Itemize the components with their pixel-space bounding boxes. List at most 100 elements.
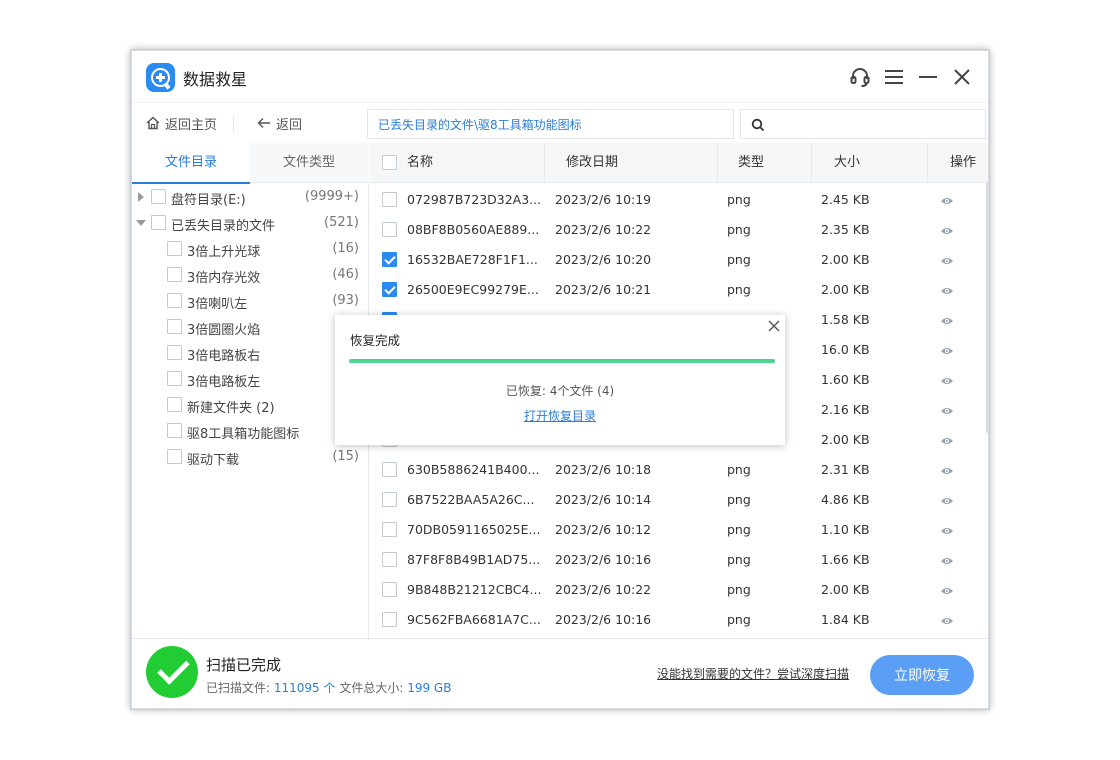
expand-caret-icon[interactable] [136, 220, 146, 226]
tree-item[interactable]: 盘符目录(E:) (9999+) [132, 184, 369, 210]
table-row[interactable]: 70DB0591165025E... 2023/2/6 10:12 png 1.10 … [370, 514, 980, 544]
row-checkbox[interactable] [382, 192, 397, 207]
table-row[interactable]: 9B848B21212CBC4... 2023/2/6 10:22 png 2.00 … [370, 574, 980, 604]
row-checkbox[interactable] [382, 492, 397, 507]
dialog-title: 恢复完成 [350, 333, 401, 348]
row-checkbox[interactable] [382, 252, 397, 267]
row-size: 1.66 KB [821, 552, 870, 567]
eye-icon[interactable] [940, 434, 954, 449]
tree-item[interactable]: 已丢失目录的文件 (521) [132, 210, 369, 236]
tree-item[interactable]: 新建文件夹 (2) [132, 392, 369, 418]
tab-file-directory[interactable]: 文件目录 [132, 143, 250, 184]
eye-icon[interactable] [940, 554, 954, 569]
tree-item[interactable]: 驱8工具箱功能图标 [132, 418, 369, 444]
eye-icon[interactable] [940, 224, 954, 239]
row-size: 2.35 KB [821, 222, 870, 237]
table-row[interactable]: 87F8F8B49B1AD75... 2023/2/6 10:16 png 1.66 … [370, 544, 980, 574]
headset-icon[interactable] [848, 65, 872, 89]
row-checkbox[interactable] [382, 552, 397, 567]
row-checkbox[interactable] [382, 522, 397, 537]
eye-icon[interactable] [940, 254, 954, 269]
select-all-checkbox[interactable] [382, 155, 397, 170]
row-checkbox[interactable] [382, 282, 397, 297]
eye-icon[interactable] [940, 464, 954, 479]
table-row[interactable]: 08BF8B0560AE889... 2023/2/6 10:22 png 2.35 … [370, 214, 980, 244]
col-date[interactable]: 修改日期 [566, 143, 618, 183]
eye-icon[interactable] [940, 284, 954, 299]
tree-item-label: 新建文件夹 (2) [187, 401, 275, 416]
open-recovery-folder-link[interactable]: 打开恢复目录 [335, 407, 785, 424]
col-name[interactable]: 名称 [407, 143, 433, 183]
eye-icon[interactable] [940, 314, 954, 329]
home-button[interactable]: 返回主页 [145, 112, 217, 134]
tree-item[interactable]: 3倍电路板左 [132, 366, 369, 392]
deep-scan-link[interactable]: 没能找到需要的文件？尝试深度扫描 [657, 665, 849, 682]
eye-icon[interactable] [940, 494, 954, 509]
back-button[interactable]: 返回 [256, 112, 302, 134]
tree-item[interactable]: 3倍内存光效 (46) [132, 262, 369, 288]
tree-item-checkbox[interactable] [167, 345, 182, 360]
tree-item[interactable]: 3倍电路板右 [132, 340, 369, 366]
search-box[interactable] [740, 109, 986, 139]
tree-item-checkbox[interactable] [167, 397, 182, 412]
row-size: 2.00 KB [821, 432, 870, 447]
table-row[interactable]: 26500E9EC99279E... 2023/2/6 10:21 png 2.00 … [370, 274, 980, 304]
row-size: 2.00 KB [821, 282, 870, 297]
row-checkbox[interactable] [382, 222, 397, 237]
row-name: 08BF8B0560AE889... [407, 222, 540, 237]
tree-item-checkbox[interactable] [167, 319, 182, 334]
toolbar: 返回主页 返回 已丢失目录的文件\驱8工具箱功能图标 [132, 103, 988, 143]
tree-item-count: (15) [332, 449, 359, 464]
tree-item[interactable]: 驱动下载 (15) [132, 444, 369, 470]
recover-now-button[interactable]: 立即恢复 [870, 655, 974, 695]
path-breadcrumb[interactable]: 已丢失目录的文件\驱8工具箱功能图标 [367, 109, 734, 139]
col-type[interactable]: 类型 [738, 143, 764, 183]
table-row[interactable]: 9C562FBA6681A7C... 2023/2/6 10:16 png 1.84 … [370, 604, 980, 634]
tree-item[interactable]: 3倍上升光球 (16) [132, 236, 369, 262]
row-date: 2023/2/6 10:12 [555, 522, 652, 537]
tree-item-checkbox[interactable] [167, 241, 182, 256]
row-checkbox[interactable] [382, 582, 397, 597]
row-date: 2023/2/6 10:21 [555, 282, 652, 297]
tree-item[interactable]: 3倍圆圈火焰 [132, 314, 369, 340]
row-name: 630B5886241B400... [407, 462, 540, 477]
eye-icon[interactable] [940, 344, 954, 359]
table-row[interactable]: 072987B723D32A3... 2023/2/6 10:19 png 2.45 … [370, 184, 980, 214]
row-size: 2.31 KB [821, 462, 870, 477]
tree-item-checkbox[interactable] [167, 267, 182, 282]
tree-item-checkbox[interactable] [167, 371, 182, 386]
tree-item-checkbox[interactable] [167, 423, 182, 438]
left-tabs: 文件目录 文件类型 [132, 143, 369, 184]
search-icon[interactable] [751, 118, 765, 132]
eye-icon[interactable] [940, 524, 954, 539]
expand-caret-icon[interactable] [138, 192, 144, 202]
col-size[interactable]: 大小 [834, 143, 860, 183]
table-row[interactable]: 6B7522BAA5A26C... 2023/2/6 10:14 png 4.86 K… [370, 484, 980, 514]
tree-item-checkbox[interactable] [167, 449, 182, 464]
dialog-close-icon[interactable] [767, 319, 781, 333]
eye-icon[interactable] [940, 584, 954, 599]
minimize-icon[interactable] [916, 65, 940, 89]
tab-file-type[interactable]: 文件类型 [250, 143, 368, 183]
tree-item[interactable]: 3倍喇叭左 (93) [132, 288, 369, 314]
eye-icon[interactable] [940, 614, 954, 629]
eye-icon[interactable] [940, 374, 954, 389]
table-scrollbar[interactable] [986, 183, 988, 433]
tree-item-checkbox[interactable] [151, 189, 166, 204]
row-checkbox[interactable] [382, 612, 397, 627]
eye-icon[interactable] [940, 194, 954, 209]
progress-fill [349, 359, 775, 363]
table-row[interactable]: 16532BAE728F1F1... 2023/2/6 10:20 png 2.00 … [370, 244, 980, 274]
tree-item-checkbox[interactable] [151, 215, 166, 230]
row-checkbox[interactable] [382, 462, 397, 477]
close-icon[interactable] [950, 65, 974, 89]
menu-icon[interactable] [882, 65, 906, 89]
search-input[interactable] [771, 114, 981, 134]
eye-icon[interactable] [940, 404, 954, 419]
tree-item-checkbox[interactable] [167, 293, 182, 308]
row-type: png [727, 192, 751, 207]
logo-icon [146, 63, 175, 92]
tree-item-label: 3倍电路板左 [187, 375, 261, 390]
table-row[interactable]: 630B5886241B400... 2023/2/6 10:18 png 2.31 … [370, 454, 980, 484]
row-type: png [727, 462, 751, 477]
